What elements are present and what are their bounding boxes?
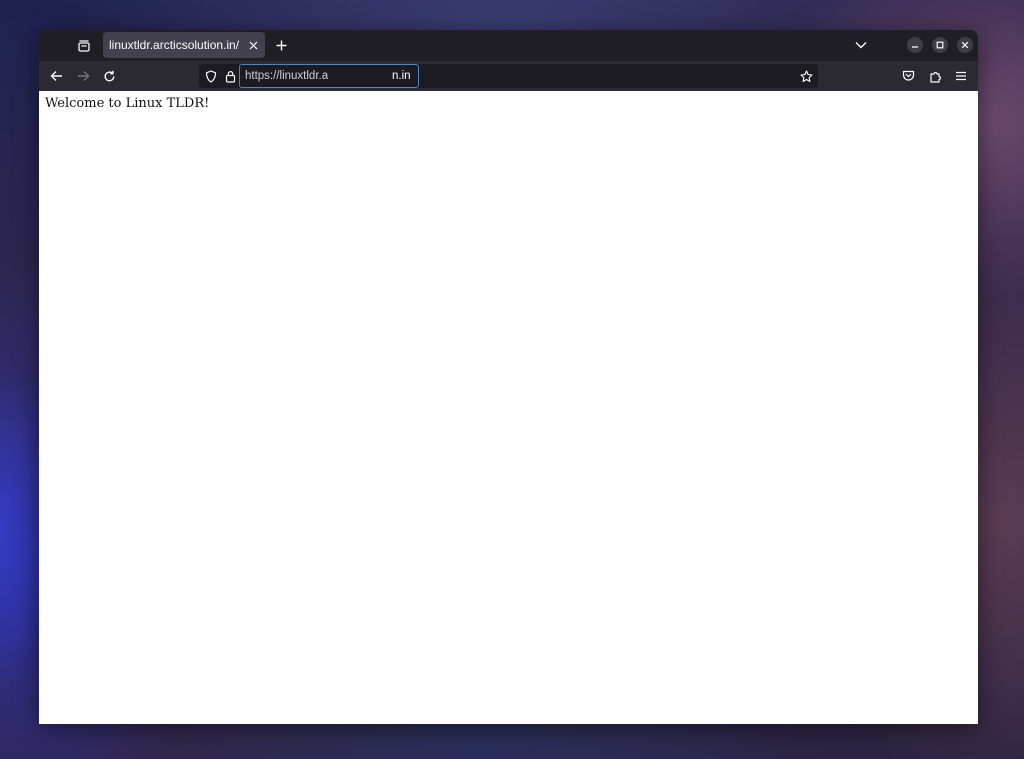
list-all-tabs-button[interactable] bbox=[851, 35, 871, 55]
maximize-button[interactable] bbox=[932, 37, 948, 53]
site-info-button[interactable] bbox=[222, 68, 238, 84]
maximize-icon bbox=[936, 41, 944, 49]
navigation-toolbar: https://linuxtldr.a n.in bbox=[39, 61, 978, 91]
tracking-protection-button[interactable] bbox=[203, 68, 219, 84]
back-button[interactable] bbox=[45, 65, 67, 87]
arrow-right-icon bbox=[77, 70, 90, 82]
url-redaction bbox=[336, 67, 392, 85]
url-input[interactable]: https://linuxtldr.a n.in bbox=[239, 64, 419, 88]
close-icon bbox=[249, 41, 258, 50]
tab-list-icon[interactable] bbox=[73, 35, 95, 57]
page-content: Welcome to Linux TLDR! bbox=[39, 91, 978, 724]
browser-window: linuxtldr.arcticsolution.in/ https://lin… bbox=[39, 30, 978, 724]
reload-button[interactable] bbox=[98, 65, 120, 87]
application-menu-button[interactable] bbox=[950, 65, 972, 87]
reload-icon bbox=[103, 70, 116, 83]
url-text: https://linuxtldr.a bbox=[245, 70, 329, 82]
minimize-icon bbox=[911, 41, 919, 49]
shield-icon bbox=[205, 69, 217, 83]
close-tab-button[interactable] bbox=[245, 37, 261, 53]
minimize-button[interactable] bbox=[907, 37, 923, 53]
close-window-button[interactable] bbox=[957, 37, 973, 53]
new-tab-button[interactable] bbox=[271, 35, 291, 55]
pocket-icon bbox=[902, 70, 915, 82]
chevron-down-icon bbox=[855, 41, 867, 49]
forward-button[interactable] bbox=[72, 65, 94, 87]
close-icon bbox=[961, 41, 969, 49]
hamburger-menu-icon bbox=[955, 71, 967, 81]
lock-icon bbox=[225, 70, 236, 83]
tab-active[interactable]: linuxtldr.arcticsolution.in/ bbox=[103, 32, 265, 58]
puzzle-icon bbox=[929, 70, 942, 83]
extensions-button[interactable] bbox=[924, 65, 946, 87]
tab-bar: linuxtldr.arcticsolution.in/ bbox=[39, 30, 978, 61]
url-text-end: n.in bbox=[392, 70, 411, 82]
bookmark-button[interactable] bbox=[798, 68, 814, 84]
arrow-left-icon bbox=[50, 70, 63, 82]
pocket-button[interactable] bbox=[897, 65, 919, 87]
star-icon bbox=[799, 69, 813, 83]
tab-title: linuxtldr.arcticsolution.in/ bbox=[109, 38, 240, 52]
page-heading: Welcome to Linux TLDR! bbox=[45, 96, 210, 111]
url-bar[interactable]: https://linuxtldr.a n.in bbox=[199, 64, 818, 88]
plus-icon bbox=[276, 40, 287, 51]
